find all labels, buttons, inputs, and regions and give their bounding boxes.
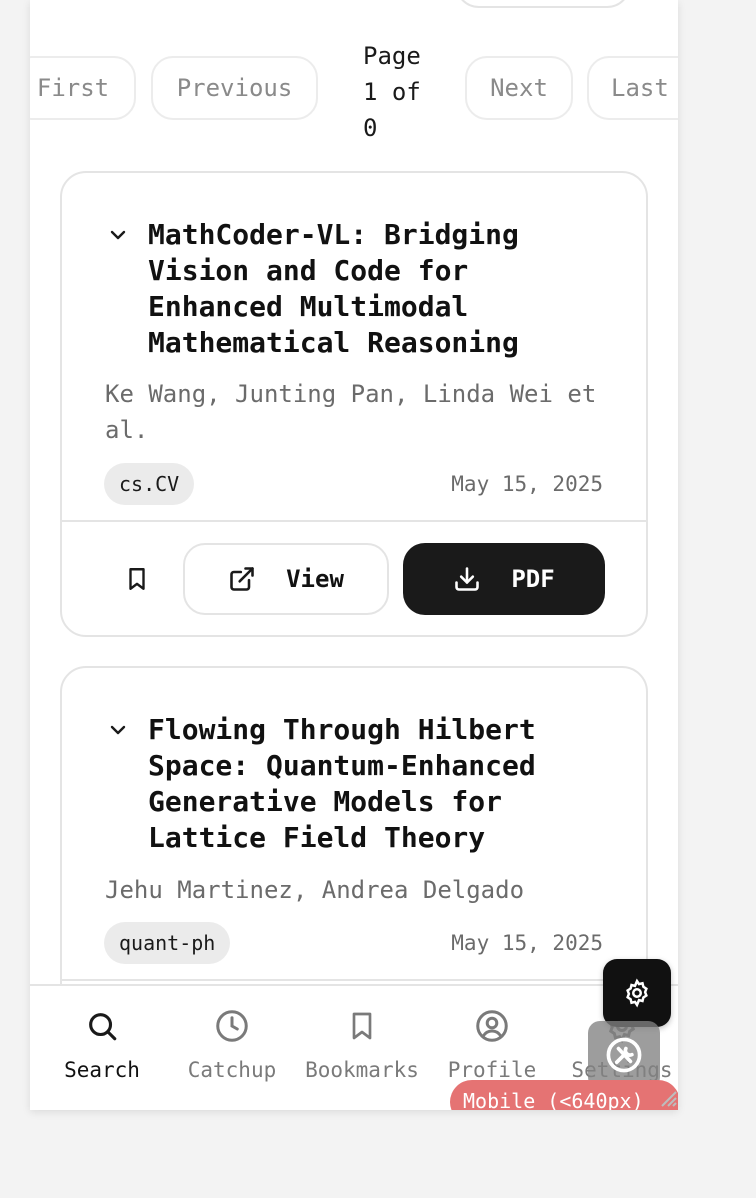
partial-button[interactable]	[455, 0, 631, 8]
settings-fab[interactable]	[603, 959, 671, 1027]
gear-icon	[626, 978, 648, 1008]
view-button-label: View	[286, 565, 344, 593]
category-tag: quant-ph	[104, 922, 231, 964]
search-icon	[89, 1013, 117, 1041]
paper-date: May 15, 2025	[451, 472, 603, 496]
card-divider	[62, 520, 646, 522]
bookmark-icon	[129, 568, 145, 590]
view-button[interactable]: View	[183, 543, 389, 615]
paper-title[interactable]: Flowing Through Hilbert Space: Quantum-E…	[148, 712, 548, 856]
category-tag: cs.CV	[104, 463, 195, 505]
previous-page-button[interactable]: Previous	[151, 56, 318, 120]
nav-bookmarks-label: Bookmarks	[305, 1058, 419, 1082]
last-page-button[interactable]: Last	[587, 56, 678, 120]
paper-authors: Jehu Martinez, Andrea Delgado	[105, 876, 525, 904]
clock-icon	[216, 1010, 248, 1042]
next-page-button[interactable]: Next	[465, 56, 573, 120]
paper-card: MathCoder-VL: Bridging Vision and Code f…	[60, 171, 648, 637]
nav-search[interactable]: Search	[37, 1006, 167, 1082]
pdf-button[interactable]: PDF	[403, 543, 605, 615]
page-info: Page 1 of 0	[363, 42, 421, 142]
dev-tools-fab[interactable]	[588, 1021, 660, 1089]
nav-catchup-label: Catchup	[187, 1058, 277, 1082]
chevron-down-icon[interactable]	[106, 223, 130, 247]
resize-grip-icon[interactable]	[658, 1082, 678, 1108]
breakpoint-badge: Mobile (<640px)	[450, 1080, 678, 1110]
nav-profile-label: Profile	[447, 1058, 537, 1082]
user-circle-icon	[476, 1010, 508, 1042]
paper-authors: Ke Wang, Junting Pan, Linda Wei et al.	[105, 380, 597, 444]
nav-profile[interactable]: Profile	[427, 1006, 557, 1082]
nav-catchup[interactable]: Catchup	[167, 1006, 297, 1082]
card-divider	[62, 979, 646, 981]
pagination: First Previous Page 1 of 0 Next Last	[30, 38, 678, 142]
chevron-down-icon[interactable]	[106, 718, 130, 742]
bookmark-icon	[352, 1012, 372, 1040]
tools-icon	[606, 1037, 642, 1073]
pdf-button-label: PDF	[511, 565, 555, 593]
first-page-button[interactable]: First	[30, 56, 136, 120]
nav-search-label: Search	[64, 1058, 140, 1082]
external-link-icon	[230, 567, 254, 591]
app-viewport: First Previous Page 1 of 0 Next Last Mat…	[30, 0, 678, 1110]
nav-bookmarks[interactable]: Bookmarks	[297, 1006, 427, 1082]
download-icon	[455, 567, 480, 591]
paper-date: May 15, 2025	[451, 931, 603, 955]
paper-title[interactable]: MathCoder-VL: Bridging Vision and Code f…	[148, 217, 548, 361]
bookmark-button[interactable]	[112, 554, 162, 604]
